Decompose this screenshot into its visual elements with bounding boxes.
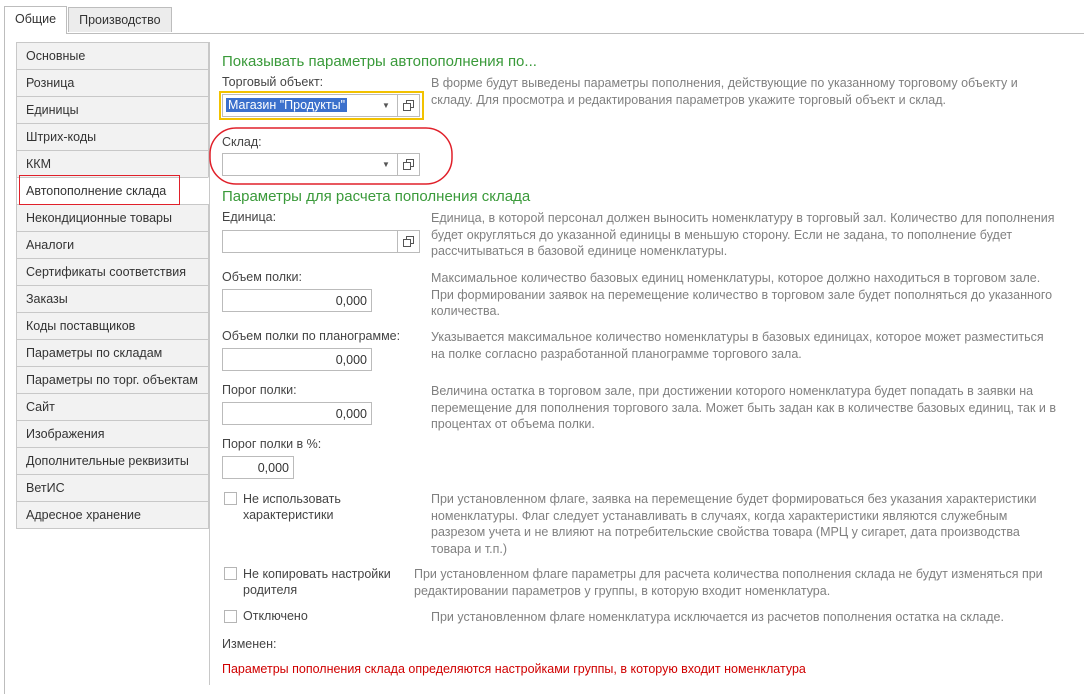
sidebar-item-extra-attributes[interactable]: Дополнительные реквизиты: [16, 447, 209, 474]
no-characteristics-label[interactable]: Не использовать характеристики: [243, 491, 363, 523]
sidebar-item-site[interactable]: Сайт: [16, 393, 209, 420]
shelf-threshold-description: Величина остатка в торговом зале, при до…: [431, 384, 1056, 431]
sidebar-item-supplier-codes[interactable]: Коды поставщиков: [16, 312, 209, 339]
sidebar-item-basic[interactable]: Основные: [16, 42, 209, 69]
shelf-threshold-pct-field[interactable]: 0,000: [222, 456, 294, 479]
shelf-plan-value: 0,000: [335, 353, 367, 367]
shelf-threshold-pct-value: 0,000: [257, 461, 289, 475]
unit-description: Единица, в которой персонал должен вынос…: [431, 211, 1055, 258]
disabled-checkbox[interactable]: [224, 610, 237, 623]
section-title-calc-params: Параметры для расчета пополнения склада: [222, 188, 531, 205]
trade-object-value: Магазин "Продукты": [226, 98, 348, 112]
sidebar: Основные Розница Единицы Штрих-коды ККМ …: [16, 42, 209, 529]
trade-object-label: Торговый объект:: [222, 75, 324, 89]
shelf-plan-description: Указывается максимальное количество номе…: [431, 330, 1044, 361]
shelf-threshold-label: Порог полки:: [222, 383, 297, 397]
trade-object-description: В форме будут выведены параметры пополне…: [431, 76, 1018, 107]
sidebar-item-address-storage[interactable]: Адресное хранение: [16, 501, 209, 529]
sidebar-item-substandard[interactable]: Некондиционные товары: [16, 204, 209, 231]
shelf-plan-field[interactable]: 0,000: [222, 348, 372, 371]
shelf-volume-description: Максимальное количество базовых единиц н…: [431, 271, 1053, 318]
sidebar-item-kkm[interactable]: ККМ: [16, 150, 209, 177]
shelf-volume-label: Объем полки:: [222, 270, 302, 284]
main-tabs: Общие Производство: [4, 6, 173, 34]
sidebar-item-orders[interactable]: Заказы: [16, 285, 209, 312]
sidebar-item-vetis[interactable]: ВетИС: [16, 474, 209, 501]
sidebar-item-auto-replenishment[interactable]: Автопополнение склада: [16, 177, 209, 204]
shelf-threshold-value: 0,000: [335, 407, 367, 421]
shelf-volume-value: 0,000: [335, 294, 367, 308]
sidebar-item-images[interactable]: Изображения: [16, 420, 209, 447]
disabled-description: При установленном флаге номенклатура иск…: [431, 610, 1004, 624]
tab-production[interactable]: Производство: [68, 7, 172, 32]
disabled-label[interactable]: Отключено: [243, 609, 308, 623]
tab-general[interactable]: Общие: [4, 6, 68, 34]
sidebar-item-barcodes[interactable]: Штрих-коды: [16, 123, 209, 150]
no-characteristics-checkbox[interactable]: [224, 492, 237, 505]
trade-object-field[interactable]: Магазин "Продукты" ▼: [222, 94, 420, 117]
shelf-plan-label: Объем полки по планограмме:: [222, 329, 401, 343]
changed-label: Изменен:: [222, 637, 277, 651]
shelf-threshold-pct-label: Порог полки в %:: [222, 437, 322, 451]
sidebar-item-units[interactable]: Единицы: [16, 96, 209, 123]
unit-field[interactable]: [222, 230, 420, 253]
no-copy-parent-checkbox[interactable]: [224, 567, 237, 580]
shelf-threshold-field[interactable]: 0,000: [222, 402, 372, 425]
group-settings-warning: Параметры пополнения склада определяются…: [222, 662, 806, 676]
no-copy-parent-description: При установленном флаге параметры для ра…: [414, 567, 1043, 598]
no-copy-parent-label[interactable]: Не копировать настройки родителя: [243, 566, 408, 598]
open-form-icon[interactable]: [397, 231, 419, 252]
sidebar-item-certificates[interactable]: Сертификаты соответствия: [16, 258, 209, 285]
sidebar-item-analogs[interactable]: Аналоги: [16, 231, 209, 258]
sidebar-item-retail[interactable]: Розница: [16, 69, 209, 96]
shelf-volume-field[interactable]: 0,000: [222, 289, 372, 312]
unit-label: Единица:: [222, 210, 277, 224]
warehouse-highlight-ellipse: [209, 127, 453, 185]
sidebar-item-trade-object-params[interactable]: Параметры по торг. объектам: [16, 366, 209, 393]
dropdown-arrow-icon[interactable]: ▼: [375, 95, 397, 116]
no-characteristics-description: При установленном флаге, заявка на перем…: [431, 492, 1037, 556]
section-title-show-params: Показывать параметры автопополнения по..…: [222, 53, 537, 70]
open-form-icon[interactable]: [397, 95, 419, 116]
sidebar-item-warehouse-params[interactable]: Параметры по складам: [16, 339, 209, 366]
